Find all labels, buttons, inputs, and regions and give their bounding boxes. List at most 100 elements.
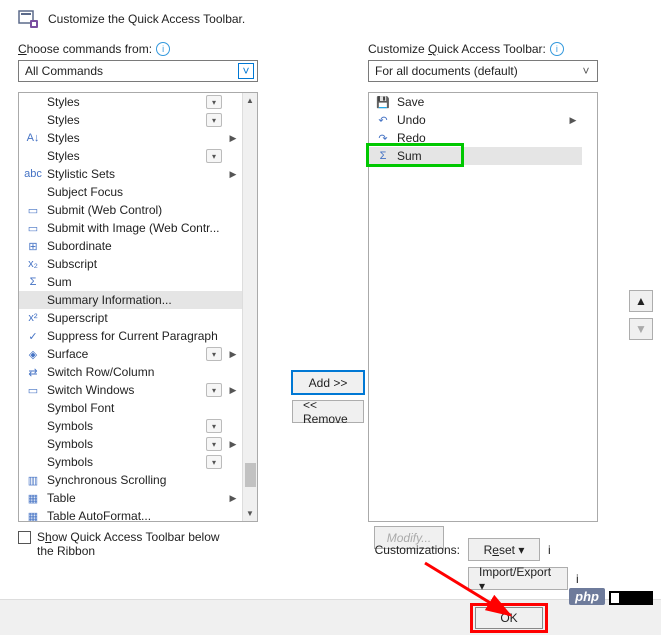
info-icon[interactable]: i xyxy=(548,543,551,557)
command-item[interactable]: ◈ Surface ▾ ▶ xyxy=(19,345,242,363)
choose-commands-label: Choose commands from: xyxy=(18,42,152,56)
dialog-title: Customize the Quick Access Toolbar. xyxy=(48,12,245,26)
info-icon[interactable]: i xyxy=(550,42,564,56)
command-item[interactable]: ▭ Submit (Web Control) xyxy=(19,201,242,219)
command-item[interactable]: ▭ Submit with Image (Web Contr... xyxy=(19,219,242,237)
submenu-icon: ▶ xyxy=(224,385,242,396)
item-label: Switch Row/Column xyxy=(47,365,224,379)
scroll-thumb[interactable] xyxy=(245,463,256,487)
item-label: Save xyxy=(397,95,582,109)
item-label: Table AutoFormat... xyxy=(47,509,224,521)
annotation-highlight xyxy=(366,143,464,167)
command-item[interactable]: ⊞ Subordinate xyxy=(19,237,242,255)
qat-item[interactable]: ↶ Undo ▶ xyxy=(369,111,582,129)
item-icon: ⇄ xyxy=(25,364,41,380)
command-item[interactable]: ⇄ Switch Row/Column xyxy=(19,363,242,381)
qat-listbox[interactable]: 💾 Save ↶ Undo ▶↷ Redo Σ Sum xyxy=(368,92,598,522)
move-up-button[interactable]: ▲ xyxy=(629,290,653,312)
scroll-up-icon[interactable]: ▲ xyxy=(243,93,258,108)
reset-button[interactable]: Reset ▾ xyxy=(468,538,540,561)
item-icon: ▭ xyxy=(25,202,41,218)
item-icon xyxy=(25,454,41,470)
remove-button-label: << Remove xyxy=(303,398,353,426)
item-label: Suppress for Current Paragraph xyxy=(47,329,224,343)
command-item[interactable]: A↓ Styles ▶ xyxy=(19,129,242,147)
chevron-down-icon: ˅ xyxy=(238,63,254,79)
item-label: Summary Information... xyxy=(47,293,224,307)
command-item[interactable]: Symbols ▾ xyxy=(19,453,242,471)
item-icon xyxy=(25,148,41,164)
import-export-label: Import/Export ▾ xyxy=(479,565,557,593)
item-icon xyxy=(25,418,41,434)
submenu-icon: ▶ xyxy=(224,439,242,450)
show-below-ribbon-checkbox[interactable] xyxy=(18,531,31,544)
for-documents-dropdown[interactable]: For all documents (default) ˅ xyxy=(368,60,598,82)
command-item[interactable]: Styles ▾ xyxy=(19,147,242,165)
dropdown-icon: ▾ xyxy=(206,455,222,469)
item-label: Switch Windows xyxy=(47,383,206,397)
dropdown-icon: ▾ xyxy=(206,437,222,451)
dropdown-icon: ▾ xyxy=(206,419,222,433)
item-label: Styles xyxy=(47,131,224,145)
item-icon: ↶ xyxy=(375,112,391,128)
item-icon xyxy=(25,292,41,308)
item-icon: ▭ xyxy=(25,382,41,398)
import-export-button[interactable]: Import/Export ▾ xyxy=(468,567,568,590)
scroll-down-icon[interactable]: ▼ xyxy=(243,506,258,521)
show-below-ribbon-label: Show Quick Access Toolbar below the Ribb… xyxy=(37,530,237,558)
item-label: Subject Focus xyxy=(47,185,224,199)
item-icon: ◈ xyxy=(25,346,41,362)
commands-from-value: All Commands xyxy=(25,64,103,78)
item-label: Stylistic Sets xyxy=(47,167,224,181)
command-item[interactable]: ▦ Table AutoFormat... xyxy=(19,507,242,521)
item-label: Subscript xyxy=(47,257,224,271)
command-item[interactable]: x₂ Subscript xyxy=(19,255,242,273)
item-label: Symbols xyxy=(47,437,206,451)
command-item[interactable]: ▥ Synchronous Scrolling xyxy=(19,471,242,489)
item-icon xyxy=(25,184,41,200)
command-item[interactable]: x² Superscript xyxy=(19,309,242,327)
command-item[interactable]: Symbol Font xyxy=(19,399,242,417)
triangle-down-icon: ▼ xyxy=(635,322,647,336)
info-icon[interactable]: i xyxy=(576,572,579,586)
qat-item[interactable]: 💾 Save xyxy=(369,93,582,111)
chevron-down-icon: ˅ xyxy=(578,63,594,79)
command-item[interactable]: ▭ Switch Windows ▾ ▶ xyxy=(19,381,242,399)
item-icon: x₂ xyxy=(25,256,41,272)
add-button[interactable]: Add >> xyxy=(292,371,364,394)
item-label: Styles xyxy=(47,149,206,163)
item-icon xyxy=(25,112,41,128)
command-item[interactable]: Subject Focus xyxy=(19,183,242,201)
info-icon[interactable]: i xyxy=(156,42,170,56)
command-item[interactable]: Summary Information... xyxy=(19,291,242,309)
scrollbar[interactable]: ▲ ▼ xyxy=(242,93,257,521)
qat-header-icon xyxy=(18,8,40,30)
customizations-label: Customizations: xyxy=(365,543,460,557)
item-label: Symbols xyxy=(47,455,206,469)
submenu-icon: ▶ xyxy=(224,133,242,144)
command-item[interactable]: Symbols ▾ ▶ xyxy=(19,435,242,453)
item-icon: ▥ xyxy=(25,472,41,488)
commands-listbox[interactable]: Styles ▾ Styles ▾ A↓ Styles ▶ Styles ▾ a… xyxy=(18,92,258,522)
command-item[interactable]: Styles ▾ xyxy=(19,111,242,129)
command-item[interactable]: abc Stylistic Sets ▶ xyxy=(19,165,242,183)
commands-from-dropdown[interactable]: All Commands ˅ xyxy=(18,60,258,82)
item-icon: ▭ xyxy=(25,220,41,236)
command-item[interactable]: ✓ Suppress for Current Paragraph xyxy=(19,327,242,345)
decoration xyxy=(609,591,653,605)
dropdown-icon: ▾ xyxy=(206,383,222,397)
command-item[interactable]: Styles ▾ xyxy=(19,93,242,111)
command-item[interactable]: ▦ Table ▶ xyxy=(19,489,242,507)
dropdown-icon: ▾ xyxy=(206,347,222,361)
item-label: Styles xyxy=(47,95,206,109)
item-icon: ✓ xyxy=(25,328,41,344)
dropdown-icon: ▾ xyxy=(206,113,222,127)
remove-button[interactable]: << Remove xyxy=(292,400,364,423)
item-label: Table xyxy=(47,491,224,505)
command-item[interactable]: Symbols ▾ xyxy=(19,417,242,435)
item-label: Sum xyxy=(47,275,224,289)
annotation-highlight xyxy=(470,603,548,633)
item-icon xyxy=(25,400,41,416)
command-item[interactable]: Σ Sum xyxy=(19,273,242,291)
item-icon xyxy=(25,94,41,110)
